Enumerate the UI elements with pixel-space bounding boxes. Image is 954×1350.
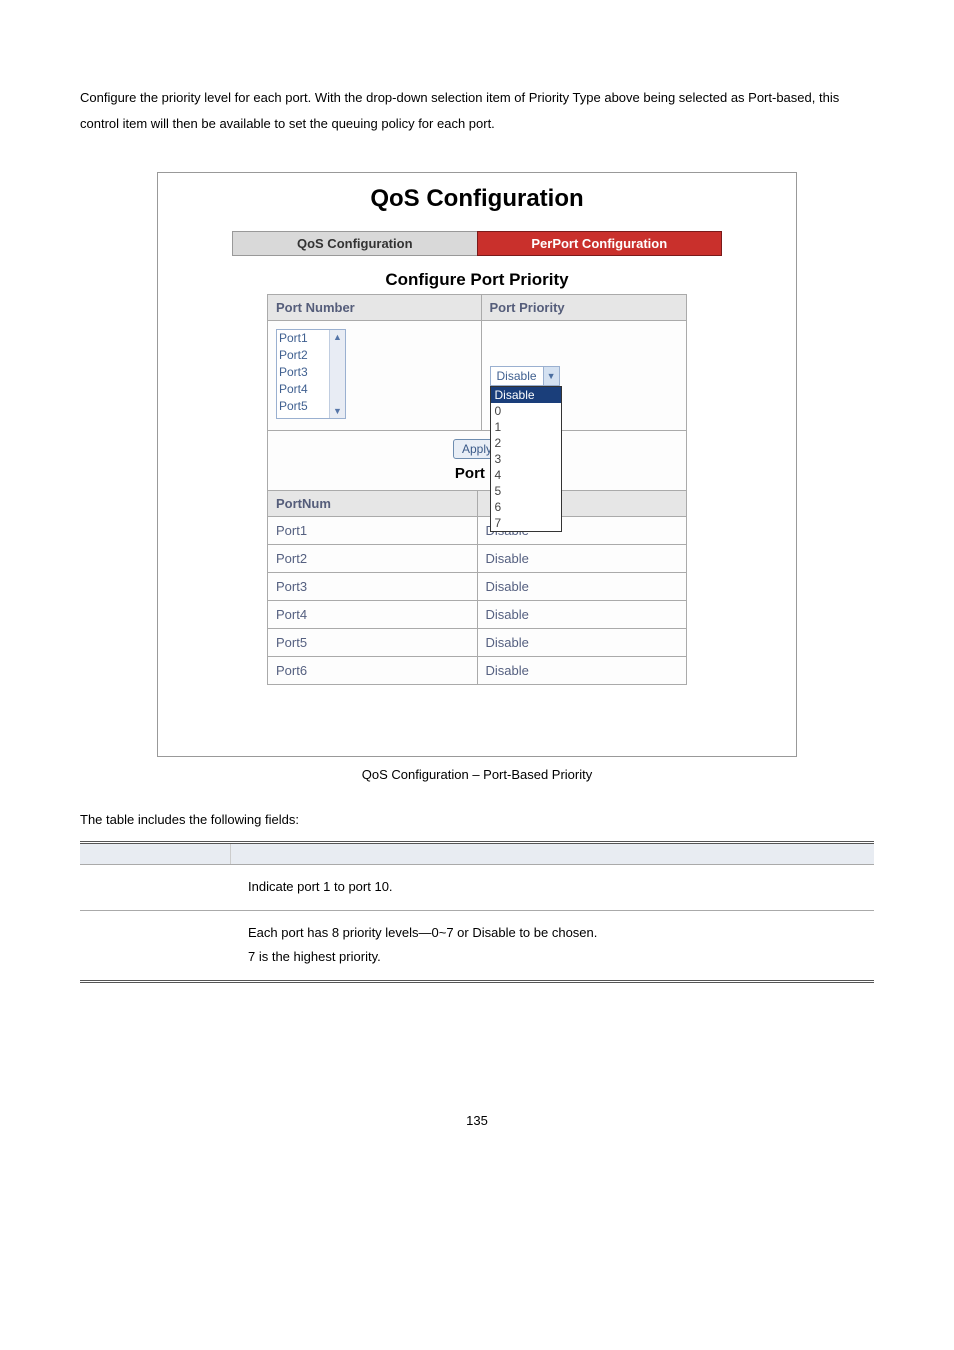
dropdown-option[interactable]: Disable — [491, 387, 561, 403]
field-description: Indicate port 1 to port 10. — [230, 865, 874, 911]
dropdown-option[interactable]: 6 — [491, 499, 561, 515]
table-row: Port6 Disable — [268, 657, 687, 685]
table-row: Port3 Disable — [268, 573, 687, 601]
col-port-number: Port Number — [268, 295, 482, 321]
cell-port: Port4 — [268, 601, 478, 629]
port-priority-table: PortNum Port1 Disable Port2 Disable Port… — [267, 490, 687, 685]
tab-qos-configuration[interactable]: QoS Configuration — [232, 231, 477, 256]
fields-header-col2 — [230, 843, 874, 865]
dropdown-option[interactable]: 3 — [491, 451, 561, 467]
table-row: Port5 Disable — [268, 629, 687, 657]
dropdown-option[interactable]: 5 — [491, 483, 561, 499]
table-row: Indicate port 1 to port 10. — [80, 865, 874, 911]
dropdown-option[interactable]: 7 — [491, 515, 561, 531]
cell-port: Port5 — [268, 629, 478, 657]
port-number-listbox[interactable]: Port1 Port2 Port3 Port4 Port5 ▲ ▼ — [276, 329, 346, 419]
configure-table: Port Number Port Priority Port1 Port2 Po… — [267, 294, 687, 491]
tab-bar: QoS Configuration PerPort Configuration — [232, 231, 722, 256]
cell-priority: Disable — [477, 601, 687, 629]
cell-priority: Disable — [477, 545, 687, 573]
cell-port: Port1 — [268, 517, 478, 545]
port-priority-dropdown[interactable]: Disable ▼ Disable 0 1 2 3 4 5 6 7 — [490, 366, 560, 386]
cell-priority: Disable — [477, 657, 687, 685]
table-row: Each port has 8 priority levels—0~7 or D… — [80, 910, 874, 981]
dropdown-options: Disable 0 1 2 3 4 5 6 7 — [490, 386, 562, 532]
fields-header-col1 — [80, 843, 230, 865]
dropdown-selected: Disable — [491, 369, 543, 383]
dropdown-option[interactable]: 4 — [491, 467, 561, 483]
cell-port: Port3 — [268, 573, 478, 601]
tab-perport-configuration[interactable]: PerPort Configuration — [477, 231, 723, 256]
panel-title: QoS Configuration — [158, 185, 796, 213]
scroll-up-icon[interactable]: ▲ — [333, 332, 342, 342]
table-intro-text: The table includes the following fields: — [80, 812, 874, 827]
scroll-down-icon[interactable]: ▼ — [333, 406, 342, 416]
cell-priority: Disable — [477, 573, 687, 601]
dropdown-option[interactable]: 0 — [491, 403, 561, 419]
table-row: Port2 Disable — [268, 545, 687, 573]
qos-panel: QoS Configuration QoS Configuration PerP… — [157, 172, 797, 757]
cell-priority: Disable — [477, 629, 687, 657]
fields-description-table: Indicate port 1 to port 10. Each port ha… — [80, 841, 874, 983]
col-port-priority: Port Priority — [481, 295, 686, 321]
table-row: Port1 Disable — [268, 517, 687, 545]
intro-paragraph: Configure the priority level for each po… — [80, 85, 874, 137]
page-number: 135 — [80, 1113, 874, 1128]
chevron-down-icon[interactable]: ▼ — [543, 367, 559, 385]
col-portnum: PortNum — [268, 491, 478, 517]
field-description: Each port has 8 priority levels—0~7 or D… — [230, 910, 874, 981]
cell-port: Port6 — [268, 657, 478, 685]
table-row: Port4 Disable — [268, 601, 687, 629]
cell-port: Port2 — [268, 545, 478, 573]
dropdown-option[interactable]: 2 — [491, 435, 561, 451]
listbox-scrollbar[interactable]: ▲ ▼ — [329, 330, 345, 418]
dropdown-option[interactable]: 1 — [491, 419, 561, 435]
figure-caption: QoS Configuration – Port-Based Priority — [80, 767, 874, 782]
configure-port-priority-heading: Configure Port Priority — [158, 270, 796, 290]
